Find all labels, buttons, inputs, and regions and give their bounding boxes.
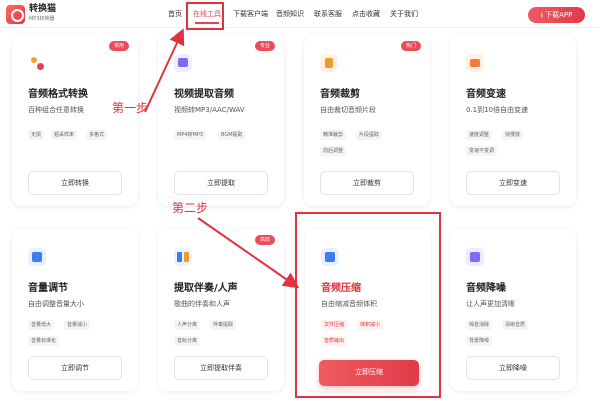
audio-trim-icon	[320, 54, 338, 72]
step2-label: 第二步	[172, 201, 209, 215]
card-badge: 常用	[108, 41, 129, 51]
card-tag: 多格式	[86, 130, 108, 140]
card-video-extract[interactable]: 专业 视频提取音频 视频转MP3/AAC/WAV MP4转MP3 BGM提取 立…	[158, 35, 284, 206]
card-tag: 速度调整	[466, 130, 493, 140]
card-title: 音频降噪	[466, 283, 506, 294]
card-tag: 精准裁剪	[320, 130, 347, 140]
extract-button[interactable]: 立即提取	[174, 171, 268, 195]
vocal-extract-icon	[174, 248, 192, 266]
annotation-highlight-nav	[186, 2, 224, 30]
nav-about-us[interactable]: 关于我们	[390, 9, 418, 19]
card-desc: 视频转MP3/AAC/WAV	[174, 106, 245, 114]
card-tag: 音量减小	[64, 320, 91, 330]
nav-home[interactable]: 首页	[168, 9, 182, 19]
card-title: 音频裁剪	[320, 89, 360, 100]
card-noise-reduce[interactable]: 音频降噪 让人声更加清晰 噪音消除 清晰音质 背景降噪 立即降噪	[450, 229, 576, 391]
card-desc: 百种组合任意转换	[28, 106, 84, 114]
card-desc: 自由裁切音频片段	[320, 106, 376, 114]
card-title: 音频格式转换	[28, 89, 88, 100]
card-tag: 伴奏提取	[210, 320, 237, 330]
video-extract-icon	[174, 54, 192, 72]
card-vocal-extract[interactable]: 高效 提取伴奏/人声 歌曲的伴奏和人声 人声分离 伴奏提取 音轨分离 立即提取伴…	[158, 229, 284, 391]
card-tag: 前后调整	[320, 146, 347, 156]
nav-contact-support[interactable]: 联系客服	[314, 9, 342, 19]
speed-button[interactable]: 立即变速	[466, 171, 560, 195]
brand-subtitle: MP3转换器	[29, 16, 55, 22]
card-tag: 超采样率	[51, 130, 78, 140]
noise-reduce-icon	[466, 248, 484, 266]
volume-icon	[28, 248, 46, 266]
card-tag: 音轨分离	[174, 336, 201, 346]
app-logo-icon[interactable]	[6, 5, 25, 24]
card-title: 提取伴奏/人声	[174, 283, 238, 294]
card-title: 音频变速	[466, 89, 506, 100]
card-tag: 噪音消除	[466, 320, 493, 330]
convert-button[interactable]: 立即转换	[28, 171, 122, 195]
card-tag: 背景降噪	[466, 336, 493, 346]
card-format-convert[interactable]: 常用 音频格式转换 百种组合任意转换 无损 超采样率 多格式 立即转换	[12, 35, 138, 206]
card-volume-adjust[interactable]: 音量调节 自由调整音量大小 音量增大 音量减小 音量标准化 立即调节	[12, 229, 138, 391]
nav-audio-knowledge[interactable]: 音频知识	[276, 9, 304, 19]
download-app-label: 下载APP	[545, 11, 573, 19]
adjust-button[interactable]: 立即调节	[28, 356, 122, 380]
card-tag: MP4转MP3	[174, 130, 207, 140]
card-tag: 无损	[28, 130, 45, 140]
card-desc: 自由调整音量大小	[28, 300, 84, 308]
card-badge: 专业	[254, 41, 275, 51]
card-tag: 人声分离	[174, 320, 201, 330]
brand-name[interactable]: 转换猫	[29, 4, 56, 15]
card-desc: 让人声更加清晰	[466, 300, 515, 308]
extract-accompaniment-button[interactable]: 立即提取伴奏	[174, 356, 268, 380]
noise-reduce-button[interactable]: 立即降噪	[466, 356, 560, 380]
card-tag: 快慢放	[502, 130, 524, 140]
card-tag: 清晰音质	[502, 320, 529, 330]
card-title: 音量调节	[28, 283, 68, 294]
card-title: 视频提取音频	[174, 89, 234, 100]
nav-download-client[interactable]: 下载客户端	[233, 9, 268, 19]
annotation-highlight-card	[295, 212, 441, 398]
card-tag: 变速不变调	[466, 146, 498, 156]
card-desc: 0.1到10倍自由变速	[466, 106, 529, 114]
card-audio-speed[interactable]: 音频变速 0.1到10倍自由变速 速度调整 快慢放 变速不变调 立即变速	[450, 35, 576, 206]
card-tag: 片段提取	[356, 130, 383, 140]
card-tag: 音量增大	[28, 320, 55, 330]
card-desc: 歌曲的伴奏和人声	[174, 300, 230, 308]
card-badge: 高效	[254, 235, 275, 245]
card-badge: 热门	[400, 41, 421, 51]
audio-speed-icon	[466, 54, 484, 72]
nav-bookmark[interactable]: 点击收藏	[352, 9, 380, 19]
download-icon: ⭳	[540, 11, 544, 19]
download-app-button[interactable]: ⭳ 下载APP	[528, 7, 585, 23]
card-audio-trim[interactable]: 热门 音频裁剪 自由裁切音频片段 精准裁剪 片段提取 前后调整 立即裁剪	[304, 35, 430, 206]
card-tag: BGM提取	[218, 130, 246, 140]
trim-button[interactable]: 立即裁剪	[320, 171, 414, 195]
step1-label: 第一步	[112, 101, 149, 115]
top-header: 转换猫 MP3转换器 首页 在线工具 下载客户端 音频知识 联系客服 点击收藏 …	[0, 0, 600, 28]
card-tag: 音量标准化	[28, 336, 60, 346]
format-convert-icon	[28, 54, 46, 72]
